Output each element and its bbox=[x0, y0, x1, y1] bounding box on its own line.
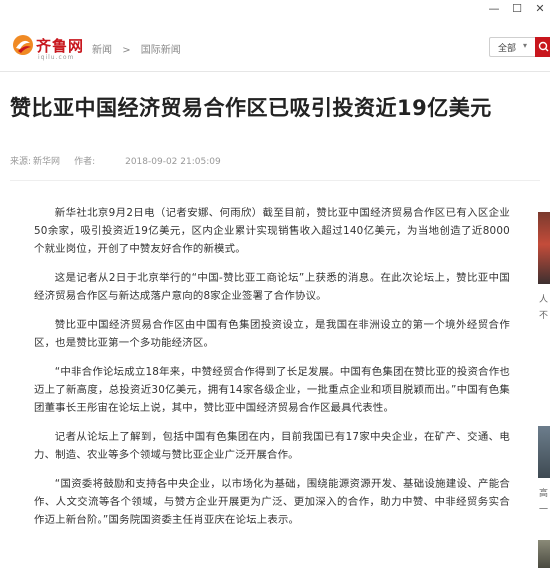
publish-date: 2018-09-02 21:05:09 bbox=[125, 157, 221, 167]
sidebar-thumbnail[interactable] bbox=[538, 212, 550, 284]
window-titlebar: — ☐ ✕ bbox=[0, 0, 550, 20]
article-paragraph: 这是记者从2日于北京举行的“中国-赞比亚工商论坛”上获悉的消息。在此次论坛上，赞… bbox=[34, 272, 510, 302]
right-sidebar: 人 不 高 一 bbox=[538, 200, 550, 568]
search-scope-label: 全部 bbox=[498, 44, 517, 54]
breadcrumb-news-link[interactable]: 新闻 bbox=[92, 41, 112, 56]
close-button[interactable]: ✕ bbox=[533, 2, 547, 16]
article-title: 赞比亚中国经济贸易合作区已吸引投资近19亿美元 bbox=[10, 96, 492, 120]
author-label: 作者: bbox=[74, 157, 96, 167]
source-name: 新华网 bbox=[33, 157, 61, 167]
article-meta: 来源: 新华网 作者: 2018-09-02 21:05:09 bbox=[10, 154, 221, 167]
site-logo-text[interactable]: 齐鲁网 bbox=[36, 35, 84, 56]
sidebar-headline[interactable]: 高 bbox=[539, 486, 550, 499]
logo-icon[interactable] bbox=[12, 34, 34, 56]
search-icon bbox=[538, 41, 549, 52]
sidebar-thumbnail[interactable] bbox=[538, 426, 550, 478]
article-paragraph: 记者从论坛上了解到，包括中国有色集团在内，目前我国已有17家中央企业，在矿产、交… bbox=[34, 431, 510, 461]
site-header: 齐鲁网 iqilu.com 新闻 > 国际新闻 全部 ▾ bbox=[0, 20, 550, 72]
source-label: 来源: bbox=[10, 157, 32, 167]
article-body: 新华社北京9月2日电（记者安娜、何雨欣）截至目前，赞比亚中国经济贸易合作区已有入… bbox=[34, 204, 510, 540]
article-paragraph: 新华社北京9月2日电（记者安娜、何雨欣）截至目前，赞比亚中国经济贸易合作区已有入… bbox=[34, 207, 510, 255]
sidebar-headline[interactable]: 人 bbox=[539, 292, 550, 305]
maximize-button[interactable]: ☐ bbox=[510, 2, 524, 16]
site-logo-domain: iqilu.com bbox=[38, 54, 75, 61]
article-paragraph: “中非合作论坛成立18年来，中赞经贸合作得到了长足发展。中国有色集团在赞比亚的投… bbox=[34, 366, 510, 414]
article-paragraph: “国资委将鼓励和支持各中央企业，以市场化为基础，围绕能源资源开发、基础设施建设、… bbox=[34, 478, 510, 526]
breadcrumb-international-news-link[interactable]: 国际新闻 bbox=[141, 41, 181, 56]
sidebar-thumbnail[interactable] bbox=[538, 540, 550, 568]
breadcrumb-separator: > bbox=[122, 45, 131, 56]
breadcrumb: 新闻 > 国际新闻 bbox=[92, 41, 181, 56]
sidebar-headline[interactable]: 一 bbox=[539, 502, 550, 515]
article-paragraph: 赞比亚中国经济贸易合作区由中国有色集团投资设立，是我国在非洲设立的第一个境外经贸… bbox=[34, 319, 510, 349]
sidebar-headline[interactable]: 不 bbox=[539, 308, 550, 321]
minimize-button[interactable]: — bbox=[487, 2, 501, 16]
chevron-down-icon: ▾ bbox=[523, 41, 528, 50]
divider bbox=[10, 180, 540, 181]
search-button[interactable] bbox=[535, 37, 550, 57]
